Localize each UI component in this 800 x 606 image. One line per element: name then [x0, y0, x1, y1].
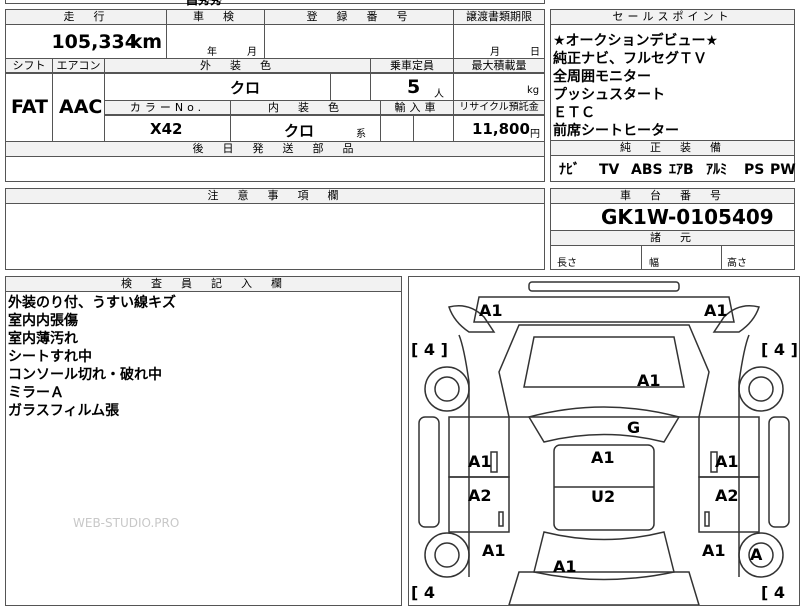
tire-rear-right: [ 4	[761, 583, 786, 602]
tire-rear-left: [ 4	[411, 583, 436, 602]
shift-value: FAT	[11, 96, 48, 118]
top-fragment-text: 昌秀秀	[186, 0, 223, 7]
color-no-header: カラーNo.	[105, 101, 230, 115]
car-diagram-box: A1 A1 A1 G A1 U2 A1 A1 A2 A2 A1 A1 A1 A …	[408, 276, 800, 606]
sales-point-5: ＥＴＣ	[553, 105, 595, 121]
mark-rear-right-wheel: A	[750, 545, 763, 564]
mark-windshield: G	[627, 418, 641, 437]
registration-cell: 登 録 番 号	[264, 9, 454, 59]
aircon-value: AAC	[59, 96, 103, 118]
sales-point-2: 純正ナビ、フルセグＴＶ	[553, 51, 707, 67]
chassis-header: 車 台 番 号	[551, 189, 794, 204]
inspector-header: 検 査 員 記 入 欄	[6, 277, 401, 292]
inspection-month: 月	[247, 47, 257, 58]
aircon-header: エアコン	[53, 59, 104, 73]
capacity-unit: 人	[434, 89, 444, 100]
sales-point-1: ★オークションデビュー★	[553, 33, 719, 49]
max-load-header: 最大積載量	[454, 59, 544, 73]
chassis-box: 車 台 番 号 GK1W-0105409 諸 元 長さ 幅 高さ	[550, 188, 795, 270]
inspection-header: 車 検	[167, 10, 264, 25]
sales-point-header: セールスポイント	[551, 10, 794, 25]
later-parts-box: 後 日 発 送 部 品	[5, 141, 545, 182]
length-label: 長さ	[557, 258, 577, 269]
max-load-unit: kg	[527, 85, 540, 96]
mark-right-front-door: A1	[715, 452, 739, 471]
inspector-note-4: シートすれ中	[8, 349, 92, 365]
equipment-header: 純 正 装 備	[551, 141, 794, 156]
sales-point-4: プッシュスタート	[553, 87, 665, 103]
car-diagram-svg	[418, 281, 790, 605]
inspector-note-2: 室内内張傷	[8, 313, 78, 329]
equipment-abs: ABS	[631, 162, 663, 178]
exterior-color-header: 外 装 色	[105, 59, 370, 73]
specs-header: 諸 元	[551, 231, 794, 246]
interior-color-value: クロ	[284, 122, 315, 140]
equipment-pw: PW	[770, 162, 796, 178]
color-no-value: X42	[150, 120, 183, 138]
interior-color-header: 内 装 色	[231, 101, 380, 115]
shift-header: シフト	[6, 59, 52, 73]
mark-rear-bumper: A1	[553, 557, 577, 576]
exterior-color-value: クロ	[230, 79, 261, 97]
sales-point-6: 前席シートヒーター	[553, 123, 679, 139]
mileage-header: 走 行	[6, 10, 166, 25]
equipment-airbag: ｴｱB	[669, 162, 694, 178]
transfer-header: 譲渡書類期限	[454, 10, 544, 25]
transfer-day: 日	[530, 47, 540, 58]
recycle-unit: 円	[530, 129, 540, 140]
notes-header: 注 意 事 項 欄	[6, 189, 544, 204]
equipment-alloy: ｱﾙﾐ	[706, 162, 727, 178]
capacity-value: 5	[407, 76, 421, 98]
inspector-note-7: ガラスフィルム張	[8, 403, 120, 419]
equipment-tv: TV	[599, 162, 620, 178]
recycle-header: リサイクル預託金	[454, 101, 544, 115]
mileage-unit: km	[129, 31, 162, 53]
sales-point-3: 全周囲モニター	[553, 69, 651, 85]
tire-front-left: [ 4 ]	[411, 340, 448, 359]
registration-header: 登 録 番 号	[265, 10, 453, 25]
inspector-note-3: 室内薄汚れ	[8, 331, 78, 347]
equipment-box: 純 正 装 備 ﾅﾋﾞ TV ABS ｴｱB ｱﾙﾐ PS PW	[550, 140, 796, 182]
top-fragment-box	[5, 0, 545, 4]
mark-front-right: A1	[704, 301, 728, 320]
inspector-note-5: コンソール切れ・破れ中	[8, 367, 162, 383]
notes-box: 注 意 事 項 欄	[5, 188, 545, 270]
inspector-note-6: ミラーＡ	[8, 385, 64, 401]
mark-left-rear-door: A2	[468, 486, 492, 505]
inspection-year: 年	[207, 47, 217, 58]
mark-right-rear-door: A2	[715, 486, 739, 505]
sales-point-box: セールスポイント ★オークションデビュー★ 純正ナビ、フルセグＴＶ 全周囲モニタ…	[550, 9, 795, 141]
mark-roof-lower: U2	[591, 487, 616, 506]
equipment-nav: ﾅﾋﾞ	[559, 162, 580, 178]
transfer-month: 月	[490, 47, 500, 58]
mark-front-left: A1	[479, 301, 503, 320]
height-label: 高さ	[727, 258, 747, 269]
tire-front-right: [ 4 ]	[761, 340, 798, 359]
mark-left-rear-quarter: A1	[482, 541, 506, 560]
recycle-value: 11,800	[472, 120, 530, 138]
mark-left-front-door: A1	[468, 452, 492, 471]
mileage-cell: 走 行 105,334 km	[5, 9, 167, 59]
inspection-cell: 車 検 年 月	[166, 9, 265, 59]
mileage-value: 105,334	[51, 31, 138, 53]
transfer-cell: 譲渡書類期限 月 日	[453, 9, 545, 59]
inspector-note-1: 外装のり付、うすい線キズ	[8, 295, 176, 311]
width-label: 幅	[649, 258, 659, 269]
inspector-box: 検 査 員 記 入 欄 外装のり付、うすい線キズ 室内内張傷 室内薄汚れ シート…	[5, 276, 402, 606]
later-parts-header: 後 日 発 送 部 品	[6, 142, 544, 157]
chassis-number: GK1W-0105409	[601, 205, 774, 229]
import-header: 輸入車	[381, 101, 453, 115]
mark-right-rear-quarter: A1	[702, 541, 726, 560]
interior-suffix: 系	[356, 129, 366, 140]
equipment-ps: PS	[744, 162, 765, 178]
watermark: WEB-STUDIO.PRO	[73, 516, 180, 530]
mark-roof: A1	[591, 448, 615, 467]
mark-hood: A1	[637, 371, 661, 390]
capacity-header: 乗車定員	[371, 59, 453, 73]
